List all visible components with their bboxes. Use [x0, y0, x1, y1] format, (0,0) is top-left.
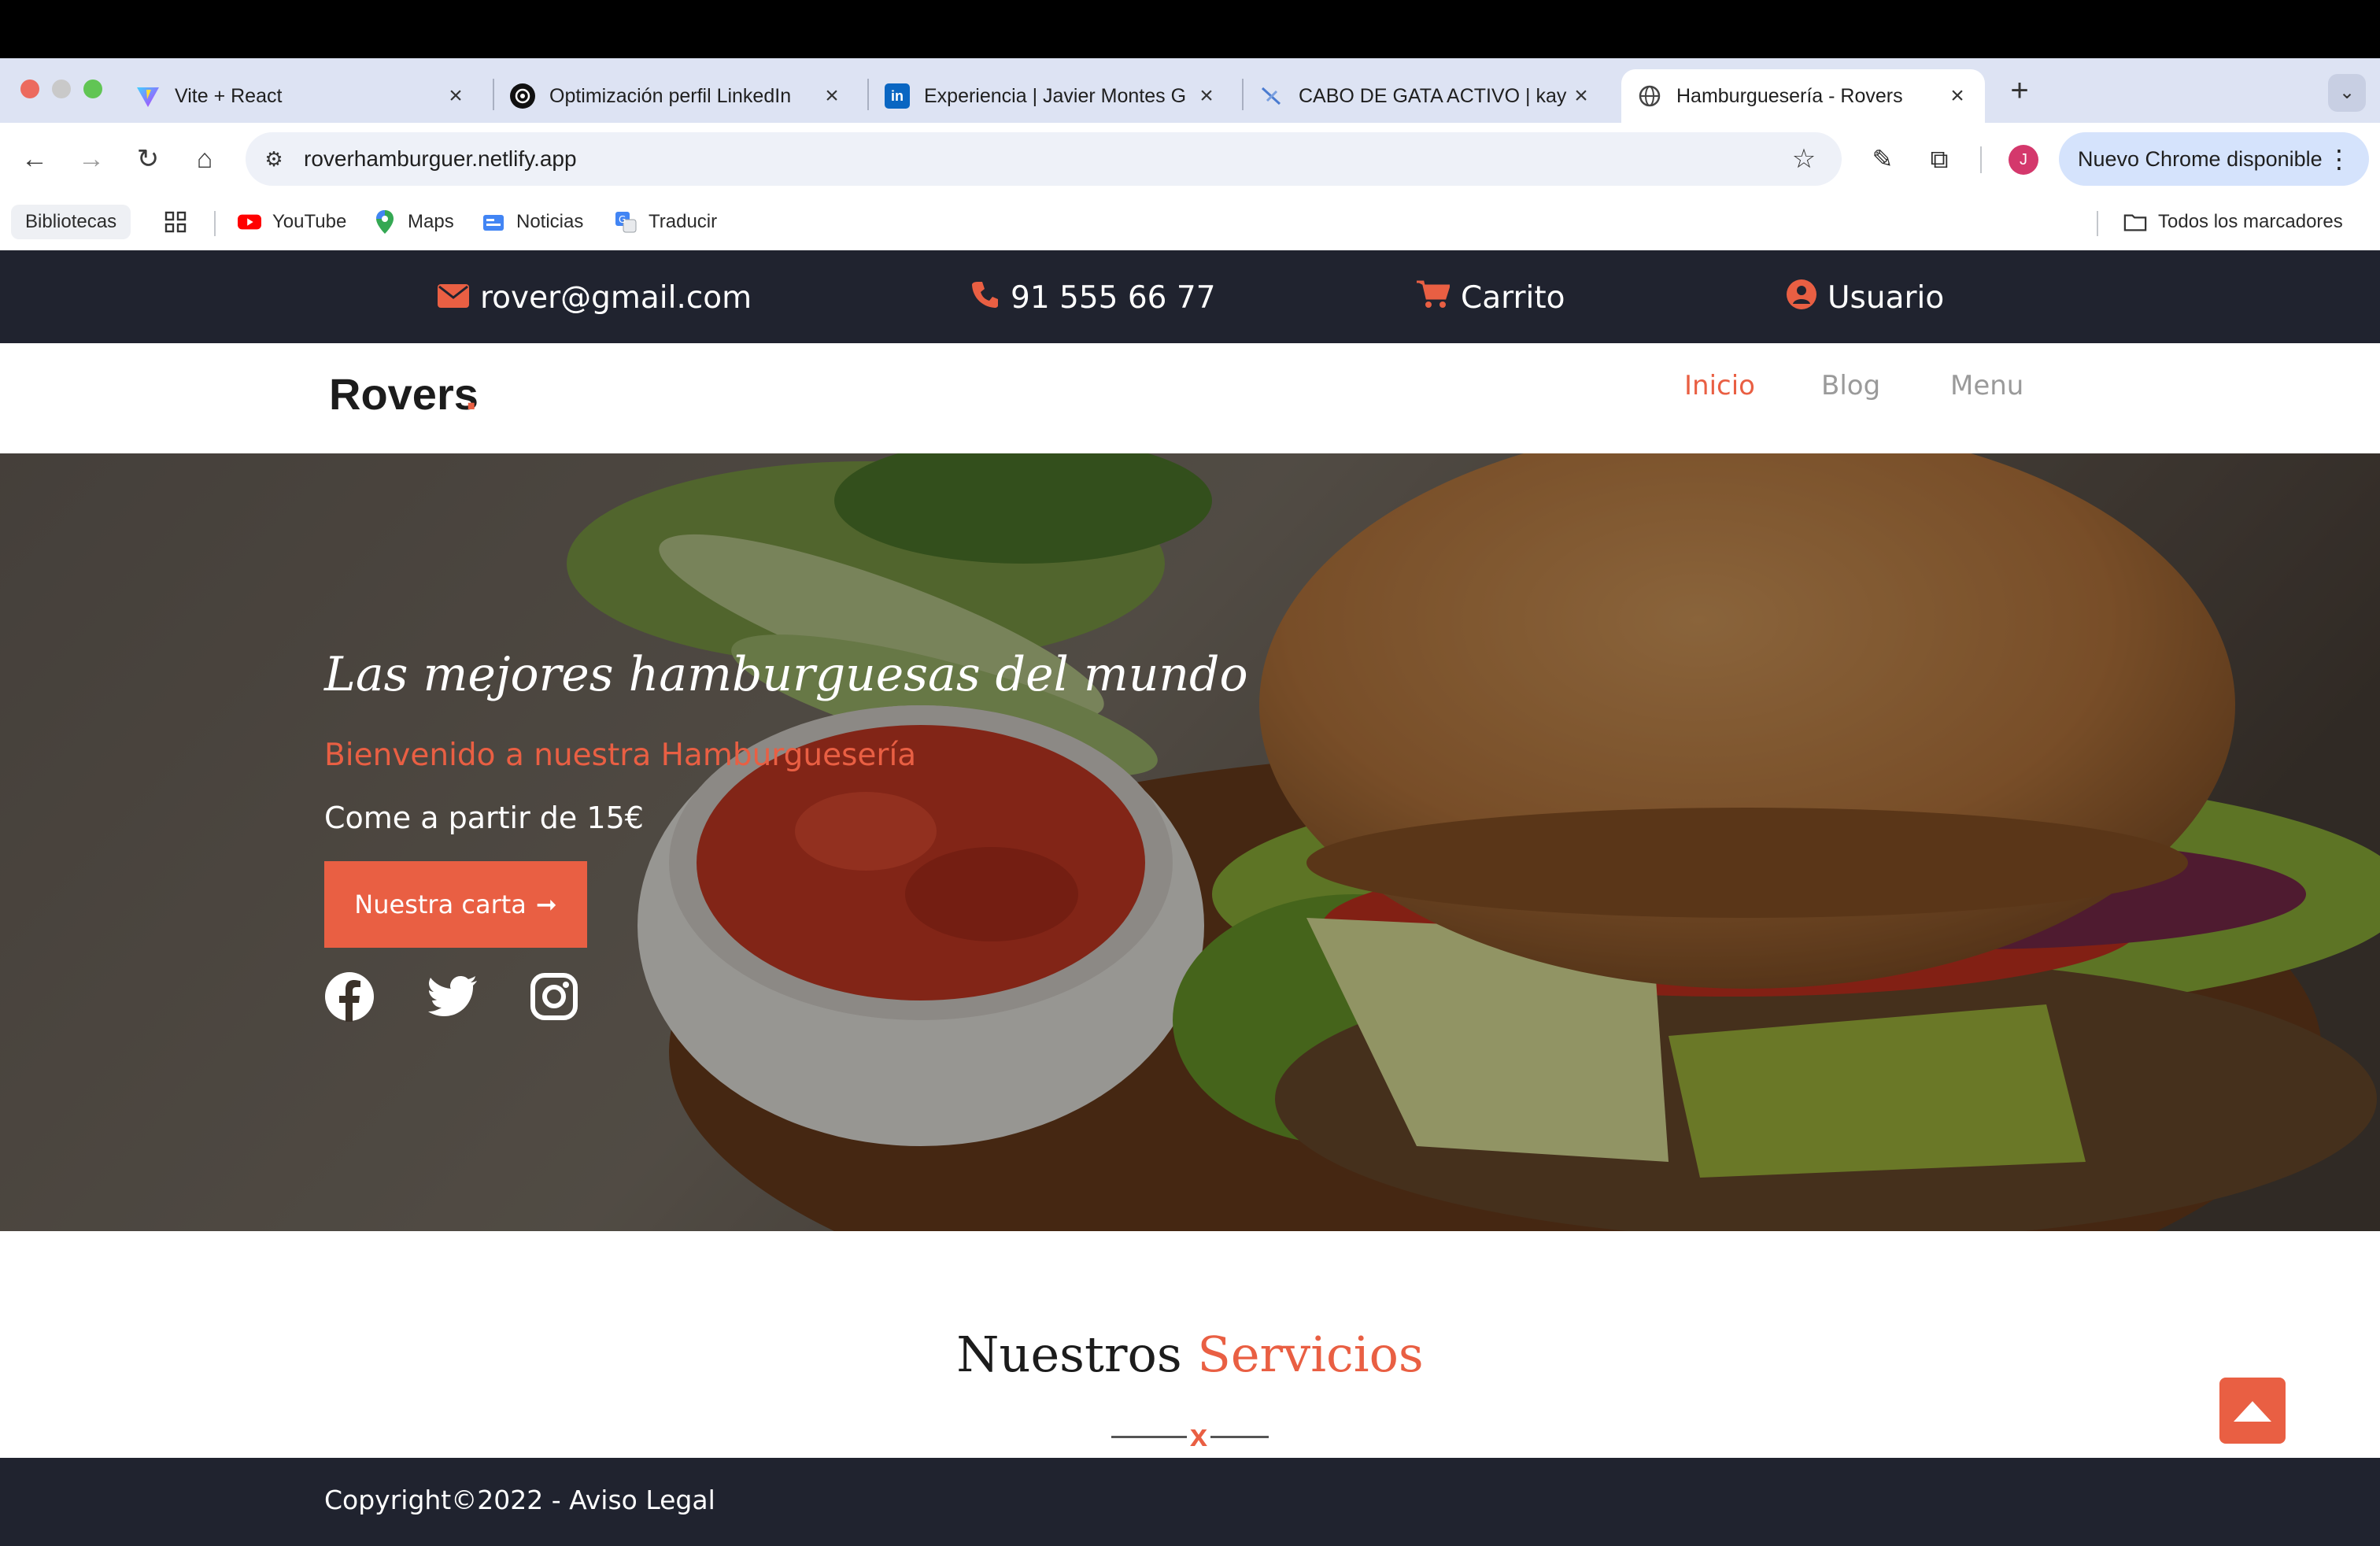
svg-text:G: G: [619, 214, 626, 225]
instagram-icon[interactable]: [529, 971, 579, 1022]
bookmark-separator: [214, 211, 216, 236]
bookmark-separator: [2097, 211, 2098, 236]
services-title-main: Nuestros: [956, 1326, 1182, 1383]
user-text: Usuario: [1828, 279, 1945, 316]
tab-cabo-de-gata[interactable]: CABO DE GATA ACTIVO | kay ×: [1244, 69, 1609, 123]
envelope-icon: [438, 280, 469, 315]
site-logo[interactable]: Rovers: [329, 368, 479, 420]
tab-title: Experiencia | Javier Montes G: [924, 84, 1187, 107]
nav-inicio[interactable]: Inicio: [1684, 370, 1755, 401]
email-text: rover@gmail.com: [480, 279, 752, 316]
hero-price-text: Come a partir de 15€: [324, 801, 644, 835]
nav-menu[interactable]: Menu: [1950, 370, 2023, 401]
user-link[interactable]: Usuario: [1787, 276, 1944, 320]
bookmark-label: Maps: [408, 211, 454, 232]
hero-overlay: [0, 453, 2380, 1231]
close-tab-icon[interactable]: ×: [1195, 83, 1218, 109]
tab-vite-react[interactable]: Vite + React ×: [120, 69, 483, 123]
services-title: Nuestros Servicios: [0, 1326, 2380, 1383]
tab-rovers-active[interactable]: Hamburguesería - Rovers ×: [1621, 69, 1985, 123]
bookmark-label: YouTube: [272, 211, 347, 232]
vite-icon: [135, 83, 161, 109]
apps-grid-icon[interactable]: [164, 205, 187, 239]
email-link[interactable]: rover@gmail.com: [438, 276, 752, 320]
tab-linkedin-optimization[interactable]: Optimización perfil LinkedIn ×: [494, 69, 859, 123]
tab-linkedin-experience[interactable]: in Experiencia | Javier Montes G ×: [869, 69, 1234, 123]
facebook-icon[interactable]: [324, 971, 375, 1022]
globe-icon: [1637, 83, 1662, 109]
toolbar-separator: [1980, 146, 1982, 173]
tab-title: Optimización perfil LinkedIn: [549, 84, 792, 107]
cloud-upload-icon: [2234, 1401, 2271, 1422]
divider-line-left: [1111, 1436, 1187, 1438]
more-menu-icon[interactable]: ⋮: [2326, 143, 2352, 175]
home-button[interactable]: ⌂: [186, 140, 224, 178]
news-icon: [482, 210, 505, 234]
hero-subtitle: Bienvenido a nuestra Hamburguesería: [324, 738, 917, 773]
phone-icon: [971, 280, 1000, 316]
tab-title: Hamburguesería - Rovers: [1676, 84, 1903, 107]
arrow-right-icon: ➞: [535, 890, 557, 919]
chrome-update-button[interactable]: Nuevo Chrome disponible ⋮: [2059, 132, 2369, 186]
bookmark-label: Todos los marcadores: [2158, 211, 2343, 232]
twitter-icon[interactable]: [428, 971, 479, 1022]
tab-search-button[interactable]: ⌄: [2328, 74, 2366, 112]
cta-label: Nuestra carta: [354, 890, 527, 919]
divider-line-right: [1210, 1436, 1269, 1438]
footer-copyright[interactable]: Copyright©2022 - Aviso Legal: [324, 1485, 715, 1515]
nav-blog[interactable]: Blog: [1821, 370, 1880, 401]
menu-cta-button[interactable]: Nuestra carta ➞: [324, 861, 587, 948]
services-title-accent: Servicios: [1197, 1326, 1424, 1383]
tab-title: CABO DE GATA ACTIVO | kay: [1299, 84, 1567, 107]
url-text[interactable]: roverhamburguer.netlify.app: [304, 145, 577, 173]
bookmark-label: Traducir: [649, 211, 718, 232]
user-circle-icon: [1787, 279, 1816, 316]
divider-x-icon: x: [1189, 1418, 1208, 1453]
reload-button[interactable]: ↻: [129, 140, 167, 178]
tab-title: Vite + React: [175, 84, 283, 107]
translate-icon: G: [614, 210, 638, 234]
extensions-puzzle-icon[interactable]: ⧉: [1922, 142, 1957, 176]
screen-top-bar: [0, 0, 2380, 58]
hero-title: Las mejores hamburguesas del mundo: [324, 647, 1248, 702]
bookmarks-bar: [0, 195, 2380, 250]
profile-avatar[interactable]: J: [2009, 145, 2038, 175]
phone-link[interactable]: 91 555 66 77: [971, 276, 1216, 320]
youtube-icon: [238, 210, 261, 234]
phone-text: 91 555 66 77: [1011, 279, 1216, 316]
bookmark-translate[interactable]: G Traducir: [614, 205, 717, 239]
site-settings-icon[interactable]: ⚙: [260, 145, 288, 173]
bookmark-news[interactable]: Noticias: [482, 205, 583, 239]
bookmark-youtube[interactable]: YouTube: [238, 205, 346, 239]
close-tab-icon[interactable]: ×: [1569, 83, 1593, 109]
shopping-cart-icon: [1417, 279, 1451, 316]
logo-dot: .: [465, 369, 478, 419]
close-tab-icon[interactable]: ×: [1946, 83, 1969, 109]
bookmark-star-icon[interactable]: ☆: [1787, 142, 1821, 176]
close-tab-icon[interactable]: ×: [444, 83, 468, 109]
kayak-icon: [1259, 83, 1284, 109]
back-button[interactable]: ←: [16, 140, 54, 178]
maximize-window-button[interactable]: [83, 80, 102, 98]
close-window-button[interactable]: [20, 80, 39, 98]
bookmark-label: Bibliotecas: [25, 211, 117, 232]
eyedropper-extension-icon[interactable]: ✎: [1865, 142, 1900, 176]
linkedin-icon: in: [885, 83, 910, 109]
all-bookmarks-folder[interactable]: Todos los marcadores: [2123, 205, 2343, 239]
bookmark-maps[interactable]: Maps: [373, 205, 454, 239]
update-label: Nuevo Chrome disponible: [2078, 146, 2323, 171]
cart-text: Carrito: [1461, 279, 1565, 316]
close-tab-icon[interactable]: ×: [820, 83, 844, 109]
hero-section: [0, 453, 2380, 1231]
bookmark-libraries[interactable]: Bibliotecas: [11, 205, 131, 239]
bookmark-label: Noticias: [516, 211, 584, 232]
scroll-to-top-button[interactable]: [2219, 1378, 2286, 1444]
maps-pin-icon: [373, 210, 397, 234]
openai-icon: [510, 83, 535, 109]
new-tab-button[interactable]: +: [2004, 71, 2035, 110]
cart-link[interactable]: Carrito: [1417, 276, 1565, 320]
forward-button[interactable]: →: [72, 140, 110, 178]
minimize-window-button[interactable]: [52, 80, 71, 98]
folder-icon: [2123, 210, 2147, 234]
